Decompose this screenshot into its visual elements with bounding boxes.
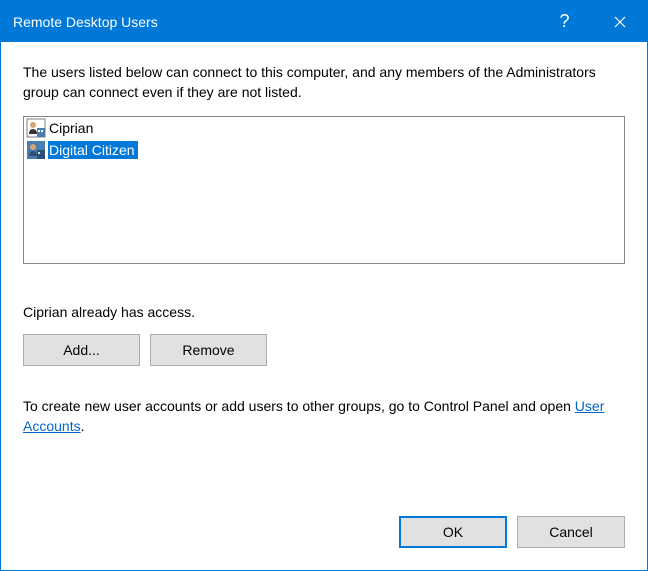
users-listbox[interactable]: Ciprian Digital Citizen: [23, 116, 625, 264]
list-item-label: Ciprian: [48, 119, 96, 137]
list-item[interactable]: Digital Citizen: [24, 139, 624, 161]
dialog-footer: OK Cancel: [1, 516, 647, 570]
ok-button[interactable]: OK: [399, 516, 507, 548]
dialog-window: Remote Desktop Users ? The users listed …: [0, 0, 648, 571]
close-button[interactable]: [592, 1, 647, 42]
user-icon: [26, 118, 46, 138]
list-item-label: Digital Citizen: [48, 141, 138, 159]
add-button[interactable]: Add...: [23, 334, 140, 366]
access-status-text: Ciprian already has access.: [23, 304, 625, 320]
list-item[interactable]: Ciprian: [24, 117, 624, 139]
close-icon: [614, 16, 626, 28]
window-title: Remote Desktop Users: [13, 14, 537, 30]
info-suffix: .: [81, 418, 85, 434]
titlebar-buttons: ?: [537, 1, 647, 42]
user-buttons-row: Add... Remove: [23, 334, 625, 366]
description-text: The users listed below can connect to th…: [23, 63, 625, 102]
user-icon: [26, 140, 46, 160]
info-prefix: To create new user accounts or add users…: [23, 398, 575, 414]
cancel-button[interactable]: Cancel: [517, 516, 625, 548]
dialog-content: The users listed below can connect to th…: [1, 42, 647, 516]
titlebar: Remote Desktop Users ?: [1, 1, 647, 42]
help-button[interactable]: ?: [537, 1, 592, 42]
remove-button[interactable]: Remove: [150, 334, 267, 366]
help-icon: ?: [559, 11, 569, 32]
info-text: To create new user accounts or add users…: [23, 396, 625, 437]
